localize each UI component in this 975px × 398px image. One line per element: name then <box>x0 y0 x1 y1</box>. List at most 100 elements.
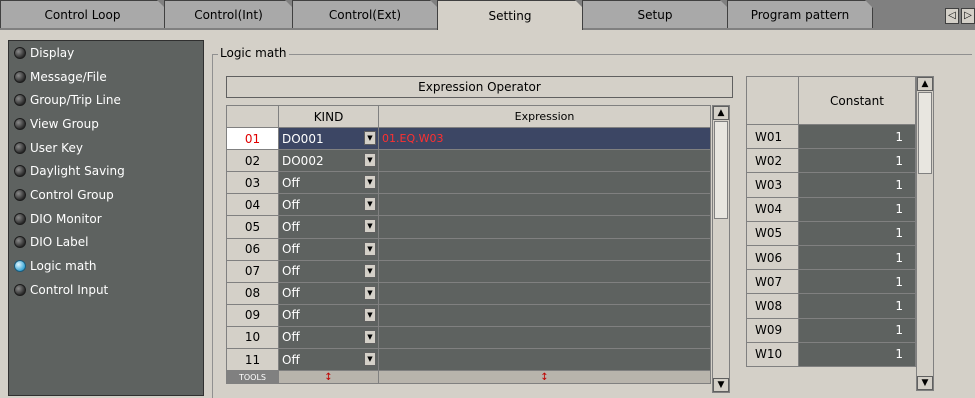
sidebar-item-user-key[interactable]: User Key <box>9 136 203 160</box>
expression-field[interactable] <box>378 149 711 173</box>
table-row[interactable]: 08 Off ▼ <box>226 281 711 305</box>
table-row[interactable]: 05 Off ▼ <box>226 215 711 239</box>
expression-field[interactable] <box>378 281 711 305</box>
expression-field[interactable] <box>378 348 711 372</box>
sidebar-item-display[interactable]: Display <box>9 41 203 65</box>
sidebar-item-control-input[interactable]: Control Input <box>9 278 203 302</box>
kind-select[interactable]: Off ▼ <box>278 215 379 239</box>
sidebar-item-view-group[interactable]: View Group <box>9 112 203 136</box>
kind-select[interactable]: Off ▼ <box>278 193 379 217</box>
dropdown-arrow-icon[interactable]: ▼ <box>364 131 376 146</box>
row-number: 08 <box>226 281 279 305</box>
table-row[interactable]: W01 1 <box>746 124 918 150</box>
sidebar-item-dio-label[interactable]: DIO Label <box>9 231 203 255</box>
scroll-thumb[interactable] <box>714 121 728 219</box>
tab-scroll-right-icon[interactable]: ▷ <box>961 8 975 24</box>
column-resize-icon[interactable]: ↕ <box>378 370 711 385</box>
dropdown-arrow-icon[interactable]: ▼ <box>364 153 376 168</box>
kind-select[interactable]: Off ▼ <box>278 325 379 350</box>
constant-value[interactable]: 1 <box>798 148 916 174</box>
kind-select[interactable]: Off ▼ <box>278 281 379 305</box>
table-row[interactable]: W04 1 <box>746 196 918 222</box>
scroll-down-icon[interactable]: ▼ <box>713 378 729 392</box>
table-row[interactable]: W02 1 <box>746 148 918 174</box>
sidebar-item-dio-monitor[interactable]: DIO Monitor <box>9 207 203 231</box>
expression-field[interactable] <box>378 303 711 327</box>
constant-value[interactable]: 1 <box>798 269 916 295</box>
dropdown-arrow-icon[interactable]: ▼ <box>364 329 376 344</box>
expression-field[interactable] <box>378 215 711 239</box>
sidebar-item-label: Daylight Saving <box>30 164 125 179</box>
expression-field[interactable]: 01.EQ.W03 <box>378 127 711 151</box>
logic-table-scrollbar[interactable]: ▲ ▼ <box>712 105 730 393</box>
sidebar-item-control-group[interactable]: Control Group <box>9 183 203 207</box>
constant-value[interactable]: 1 <box>798 172 916 198</box>
table-row[interactable]: W03 1 <box>746 172 918 198</box>
table-row[interactable]: 02 DO002 ▼ <box>226 149 711 173</box>
constant-value[interactable]: 1 <box>798 124 916 150</box>
column-resize-icon[interactable]: ↕ <box>278 370 379 385</box>
scroll-up-icon[interactable]: ▲ <box>713 106 729 120</box>
table-row[interactable]: W10 1 <box>746 341 918 367</box>
sidebar-item-label: User Key <box>30 140 83 155</box>
sidebar-item-group-trip-line[interactable]: Group/Trip Line <box>9 88 203 112</box>
kind-select[interactable]: Off ▼ <box>278 259 379 283</box>
expression-field[interactable] <box>378 325 711 350</box>
table-row[interactable]: 09 Off ▼ <box>226 303 711 327</box>
kind-select[interactable]: Off ▼ <box>278 237 379 261</box>
sidebar-item-label: Control Group <box>30 187 114 202</box>
constant-value[interactable]: 1 <box>798 317 916 343</box>
sidebar-item-logic-math[interactable]: Logic math <box>9 254 203 278</box>
kind-select[interactable]: Off ▼ <box>278 171 379 195</box>
table-row[interactable]: W08 1 <box>746 293 918 319</box>
dropdown-arrow-icon[interactable]: ▼ <box>364 241 376 256</box>
kind-select[interactable]: DO002 ▼ <box>278 149 379 173</box>
table-row[interactable]: 11 Off ▼ <box>226 348 711 372</box>
kind-select[interactable]: Off ▼ <box>278 303 379 327</box>
tab-program-pattern[interactable]: Program pattern <box>727 0 873 28</box>
tab-control-int[interactable]: Control(Int) <box>164 0 293 28</box>
constant-value[interactable]: 1 <box>798 293 916 319</box>
table-row[interactable]: 04 Off ▼ <box>226 193 711 217</box>
expression-field[interactable] <box>378 193 711 217</box>
table-row[interactable]: 07 Off ▼ <box>226 259 711 283</box>
dropdown-arrow-icon[interactable]: ▼ <box>364 219 376 234</box>
tab-control-loop[interactable]: Control Loop <box>0 0 165 28</box>
scroll-down-icon[interactable]: ▼ <box>917 376 933 390</box>
dropdown-arrow-icon[interactable]: ▼ <box>364 263 376 278</box>
table-row[interactable]: W09 1 <box>746 317 918 343</box>
table-row[interactable]: W05 1 <box>746 220 918 246</box>
dropdown-arrow-icon[interactable]: ▼ <box>364 352 376 367</box>
table-row[interactable]: 03 Off ▼ <box>226 171 711 195</box>
table-row[interactable]: 10 Off ▼ <box>226 325 711 350</box>
tab-control-ext[interactable]: Control(Ext) <box>292 0 438 28</box>
tab-label: Setup <box>637 7 673 22</box>
table-row[interactable]: W07 1 <box>746 269 918 295</box>
kind-select[interactable]: Off ▼ <box>278 348 379 372</box>
kind-select[interactable]: DO001 ▼ <box>278 127 379 151</box>
dropdown-arrow-icon[interactable]: ▼ <box>364 285 376 300</box>
expression-field[interactable] <box>378 171 711 195</box>
sidebar-item-message-file[interactable]: Message/File <box>9 65 203 89</box>
constant-table-scrollbar[interactable]: ▲ ▼ <box>916 76 934 391</box>
constant-value[interactable]: 1 <box>798 196 916 222</box>
tools-button[interactable]: TOOLS <box>226 370 279 385</box>
constant-value[interactable]: 1 <box>798 244 916 271</box>
sidebar-item-daylight-saving[interactable]: Daylight Saving <box>9 159 203 183</box>
constant-value[interactable]: 1 <box>798 341 916 367</box>
tab-setting[interactable]: Setting <box>437 0 583 30</box>
tab-scroll-left-icon[interactable]: ◁ <box>945 8 959 24</box>
scroll-thumb[interactable] <box>918 92 932 174</box>
dropdown-arrow-icon[interactable]: ▼ <box>364 307 376 322</box>
constant-value[interactable]: 1 <box>798 220 916 246</box>
table-row[interactable]: W06 1 <box>746 244 918 271</box>
tab-setup[interactable]: Setup <box>582 0 728 28</box>
expression-field[interactable] <box>378 237 711 261</box>
expression-field[interactable] <box>378 259 711 283</box>
dropdown-arrow-icon[interactable]: ▼ <box>364 175 376 190</box>
table-row[interactable]: 01 DO001 ▼ 01.EQ.W03 <box>226 127 711 151</box>
scroll-up-icon[interactable]: ▲ <box>917 77 933 91</box>
table-row[interactable]: 06 Off ▼ <box>226 237 711 261</box>
expression-operator-button[interactable]: Expression Operator <box>226 76 733 98</box>
dropdown-arrow-icon[interactable]: ▼ <box>364 197 376 212</box>
